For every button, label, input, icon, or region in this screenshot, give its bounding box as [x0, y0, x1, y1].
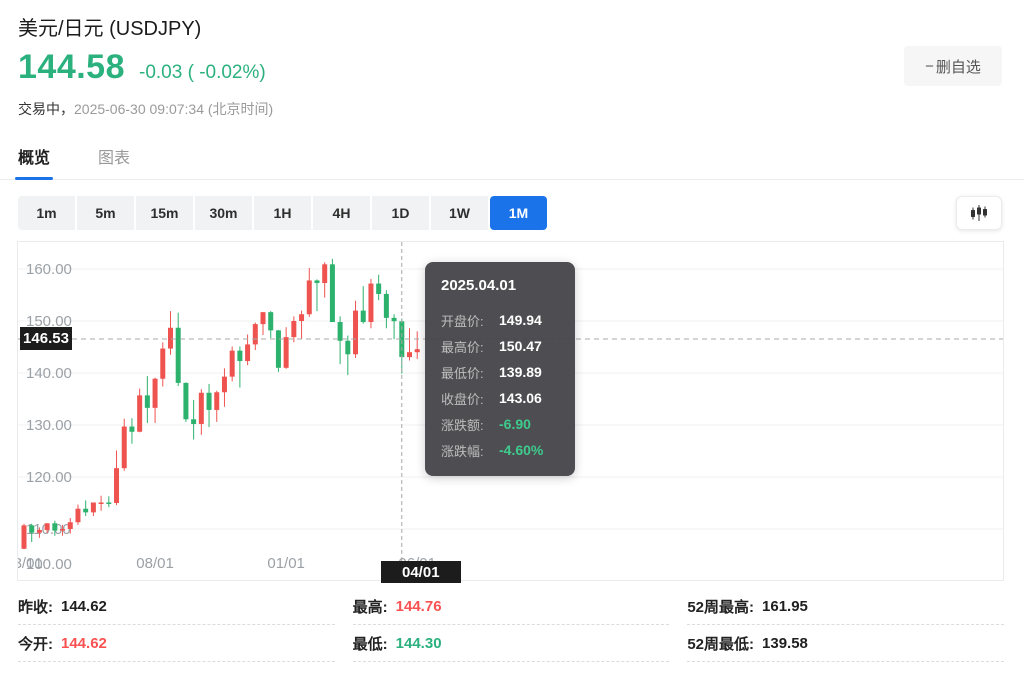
quote-stats: 昨收:144.62今开:144.62最高:144.76最低:144.3052周最…	[18, 588, 1004, 662]
timeframe-5m[interactable]: 5m	[77, 196, 134, 230]
remove-watchlist-label: 删自选	[936, 56, 981, 77]
timeframe-1m[interactable]: 1m	[18, 196, 75, 230]
timeframe-group: 1m5m15m30m1H4H1D1W1M	[18, 196, 547, 230]
candlestick-icon	[968, 202, 990, 224]
svg-text:08/01: 08/01	[136, 555, 174, 572]
remove-watchlist-button[interactable]: − 删自选	[904, 46, 1002, 86]
current-price: 144.58	[18, 48, 125, 87]
svg-text:130.00: 130.00	[26, 417, 72, 434]
stats-column: 52周最高:161.9552周最低:139.58	[687, 588, 1004, 662]
tooltip-row: 最高价:150.47	[441, 333, 561, 359]
timeframe-30m[interactable]: 30m	[195, 196, 252, 230]
minus-icon: −	[925, 58, 934, 75]
stat-row: 今开:144.62	[18, 625, 335, 662]
svg-text:160.00: 160.00	[26, 261, 72, 278]
tab-图表[interactable]: 图表	[98, 146, 130, 180]
svg-text:03/01: 03/01	[18, 555, 43, 572]
stat-row: 最高:144.76	[353, 588, 670, 625]
svg-text:140.00: 140.00	[26, 365, 72, 382]
tooltip-row: 收盘价:143.06	[441, 385, 561, 411]
tooltip-row: 涨跌额:-6.90	[441, 411, 561, 437]
tab-bar: 概览 图表	[0, 146, 1024, 180]
svg-text:01/01: 01/01	[267, 555, 305, 572]
stat-row: 52周最低:139.58	[687, 625, 1004, 662]
tooltip-row: 开盘价:149.94	[441, 307, 561, 333]
chart-type-button[interactable]	[956, 196, 1002, 230]
stat-row: 昨收:144.62	[18, 588, 335, 625]
stat-row: 最低:144.30	[353, 625, 670, 662]
chart-toolbar: 1m5m15m30m1H4H1D1W1M	[18, 196, 1002, 230]
svg-text:120.00: 120.00	[26, 469, 72, 486]
tab-概览[interactable]: 概览	[18, 146, 50, 180]
chart-tooltip: 2025.04.01 开盘价:149.94最高价:150.47最低价:139.8…	[425, 262, 575, 476]
timeframe-15m[interactable]: 15m	[136, 196, 193, 230]
price-row: 144.58 -0.03 ( -0.02%)	[18, 48, 266, 87]
timeframe-4H[interactable]: 4H	[313, 196, 370, 230]
crosshair-price-tag: 146.53	[20, 327, 72, 350]
tooltip-date: 2025.04.01	[441, 277, 561, 294]
trading-status: 交易中，	[18, 101, 74, 117]
stats-column: 昨收:144.62今开:144.62	[18, 588, 335, 662]
stat-row: 52周最高:161.95	[687, 588, 1004, 625]
timeframe-1M[interactable]: 1M	[490, 196, 547, 230]
quote-timestamp: 2025-06-30 09:07:34 (北京时间)	[74, 101, 273, 117]
quote-page: 美元/日元 (USDJPY) 144.58 -0.03 ( -0.02%) 交易…	[0, 0, 1024, 675]
tooltip-row: 最低价:139.89	[441, 359, 561, 385]
stats-column: 最高:144.76最低:144.30	[353, 588, 670, 662]
page-title: 美元/日元 (USDJPY)	[18, 12, 201, 41]
timeframe-1H[interactable]: 1H	[254, 196, 311, 230]
tooltip-row: 涨跌幅:-4.60%	[441, 437, 561, 463]
trading-status-row: 交易中，2025-06-30 09:07:34 (北京时间)	[18, 99, 273, 119]
crosshair-date-tag: 04/01	[381, 561, 461, 583]
timeframe-1W[interactable]: 1W	[431, 196, 488, 230]
timeframe-1D[interactable]: 1D	[372, 196, 429, 230]
price-change: -0.03 ( -0.02%)	[139, 62, 266, 84]
